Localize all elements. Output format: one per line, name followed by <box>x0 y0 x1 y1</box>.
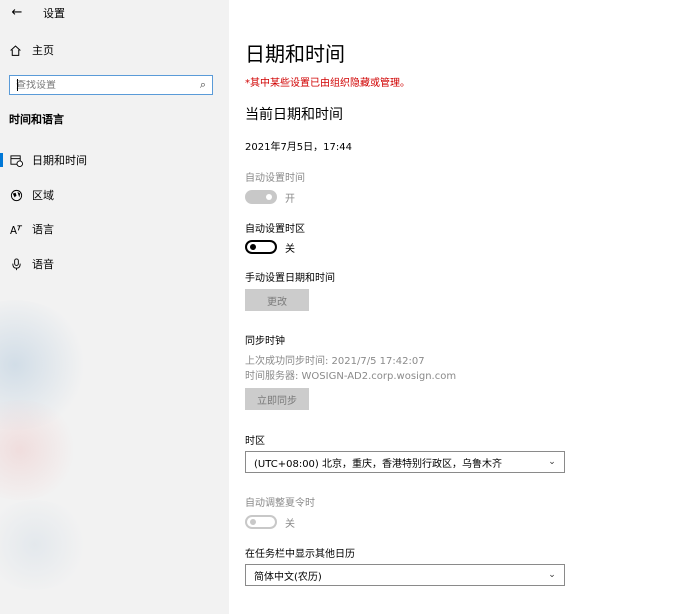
sidebar-item-label: 日期和时间 <box>32 154 87 167</box>
sidebar-item-date-time[interactable]: 日期和时间 <box>0 148 229 172</box>
dst-state: 关 <box>285 519 295 530</box>
sidebar-item-speech[interactable]: 语音 <box>0 252 229 276</box>
sync-heading: 同步时钟 <box>245 336 285 347</box>
dst-label: 自动调整夏令时 <box>245 498 315 509</box>
time-server-text: 时间服务器: WOSIGN-AD2.corp.wosign.com <box>245 371 457 382</box>
current-datetime-value: 2021年7月5日，17:44 <box>245 142 352 153</box>
timezone-select[interactable]: (UTC+08:00) 北京，重庆，香港特别行政区，乌鲁木齐 ⌄ <box>245 451 565 473</box>
microphone-icon <box>9 257 23 271</box>
svg-text:A: A <box>10 226 17 236</box>
section-title: 时间和语言 <box>9 113 64 126</box>
manual-datetime-label: 手动设置日期和时间 <box>245 273 335 284</box>
search-input[interactable] <box>10 79 194 91</box>
app-title: 设置 <box>43 7 65 20</box>
auto-time-toggle[interactable] <box>245 190 277 204</box>
sidebar-item-region[interactable]: 区域 <box>0 183 229 207</box>
search-field[interactable]: ⌕ <box>9 75 213 95</box>
sidebar-item-language[interactable]: A 语言 <box>0 217 229 241</box>
toggle-knob <box>250 244 256 250</box>
auto-time-label: 自动设置时间 <box>245 173 305 184</box>
dst-toggle[interactable] <box>245 515 277 529</box>
language-icon: A <box>9 222 23 236</box>
home-label: 主页 <box>32 44 54 57</box>
sidebar-item-home[interactable]: 主页 <box>9 42 54 58</box>
sidebar-item-label: 语音 <box>32 258 54 271</box>
calendar-select[interactable]: 简体中文(农历) ⌄ <box>245 564 565 586</box>
calendar-label: 在任务栏中显示其他日历 <box>245 549 355 560</box>
toggle-knob <box>250 519 256 525</box>
chevron-down-icon: ⌄ <box>548 457 556 467</box>
back-arrow-icon[interactable]: ← <box>6 2 28 22</box>
sidebar-item-label: 区域 <box>32 189 54 202</box>
auto-timezone-state: 关 <box>285 244 295 255</box>
main-panel: 日期和时间 *其中某些设置已由组织隐藏或管理。 当前日期和时间 2021年7月5… <box>229 0 688 614</box>
chevron-down-icon: ⌄ <box>548 570 556 580</box>
toggle-knob <box>266 194 272 200</box>
text-caret <box>17 79 18 91</box>
auto-timezone-label: 自动设置时区 <box>245 224 305 235</box>
acrylic-blur <box>0 400 80 500</box>
search-icon[interactable]: ⌕ <box>194 78 212 92</box>
sync-now-button[interactable]: 立即同步 <box>245 388 309 410</box>
sidebar-item-label: 语言 <box>32 223 54 236</box>
current-datetime-heading: 当前日期和时间 <box>245 107 343 123</box>
home-icon <box>10 44 21 56</box>
last-sync-text: 上次成功同步时间: 2021/7/5 17:42:07 <box>245 356 425 367</box>
auto-timezone-toggle[interactable] <box>245 240 277 254</box>
calendar-value: 简体中文(农历) <box>254 571 322 583</box>
globe-icon <box>9 188 23 202</box>
page-title: 日期和时间 <box>245 42 345 66</box>
calendar-clock-icon <box>9 153 23 167</box>
auto-time-state: 开 <box>285 194 295 205</box>
sidebar: ← 设置 主页 ⌕ 时间和语言 日期和时间 区域 A 语言 语音 <box>0 0 229 614</box>
change-button[interactable]: 更改 <box>245 289 309 311</box>
acrylic-blur <box>0 500 90 590</box>
timezone-label: 时区 <box>245 436 265 447</box>
timezone-value: (UTC+08:00) 北京，重庆，香港特别行政区，乌鲁木齐 <box>254 458 503 470</box>
policy-warning: *其中某些设置已由组织隐藏或管理。 <box>245 78 410 89</box>
